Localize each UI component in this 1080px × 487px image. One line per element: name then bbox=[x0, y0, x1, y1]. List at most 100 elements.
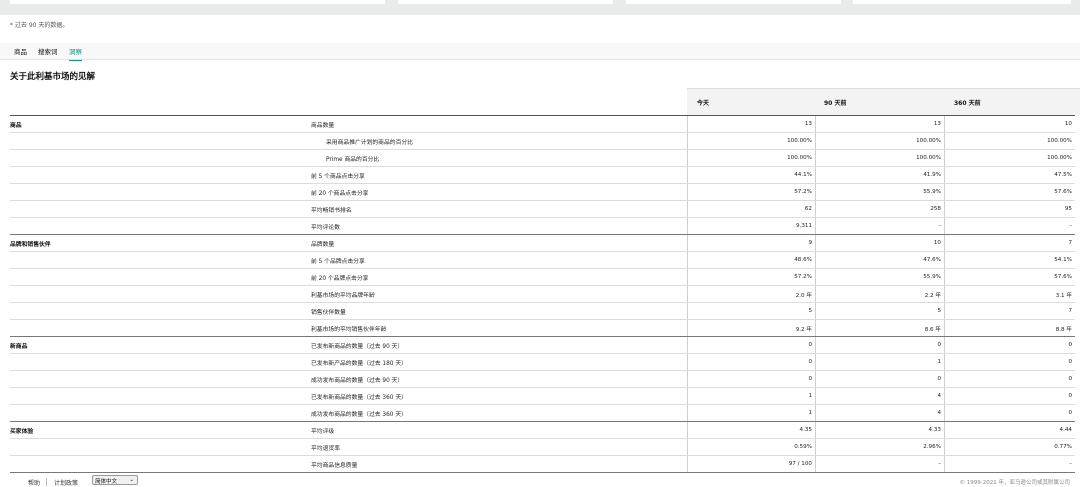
cell-value: 100.00% bbox=[916, 155, 941, 161]
tab-search-terms[interactable]: 搜索词 bbox=[38, 46, 58, 56]
cell-value: 0 bbox=[1068, 359, 1072, 365]
row-metric: 采用商品推广计划的商品的百分比 bbox=[326, 140, 413, 146]
table-cell: 1 bbox=[687, 405, 816, 422]
table-cell: 41.9% bbox=[815, 167, 945, 184]
cell-value: 1 bbox=[937, 359, 941, 365]
cell-value: 2.96% bbox=[923, 444, 941, 450]
table-cell: 0.59% bbox=[687, 439, 816, 456]
row-metric: 成功发布商品的数量（过去 360 天） bbox=[311, 412, 407, 418]
row-metric: 已发布新产品的数量（过去 180 天） bbox=[311, 361, 407, 367]
table-cell: – bbox=[815, 218, 945, 235]
cell-value: 0 bbox=[1068, 410, 1072, 416]
table-cell: 1 bbox=[815, 354, 945, 371]
table-cell: 10 bbox=[944, 116, 1076, 133]
table-row: 平均畅销书排名 62 258 95 bbox=[10, 201, 1075, 218]
row-metric: 平均商品信息质量 bbox=[311, 463, 358, 469]
row-metric: 利基市场的平均品牌年龄 bbox=[311, 293, 375, 299]
table-cell: 55.9% bbox=[815, 269, 945, 286]
table-cell: 0 bbox=[815, 371, 945, 388]
table-cell: 54.1% bbox=[944, 252, 1076, 269]
table-cell: 4.44 bbox=[944, 422, 1076, 439]
column-header-360-days: 360 天前 bbox=[954, 100, 981, 107]
cell-value: 4 bbox=[937, 393, 941, 399]
column-header-90-days: 90 天前 bbox=[824, 100, 847, 107]
table-cell: 100.00% bbox=[815, 150, 945, 167]
table-cell: 48.6% bbox=[687, 252, 816, 269]
table-row: 商品 商品数量 13 13 10 bbox=[10, 116, 1075, 133]
table-row: 前 5 个品牌点击分享 48.6% 47.6% 54.1% bbox=[10, 252, 1075, 269]
cell-value: 100.00% bbox=[916, 138, 941, 144]
row-metric: 前 20 个商品点击分享 bbox=[311, 191, 369, 197]
help-link[interactable]: 帮助 bbox=[28, 478, 40, 487]
tab-bar: 商品 搜索词 洞察 bbox=[0, 43, 1080, 61]
tab-insights[interactable]: 洞察 bbox=[69, 46, 82, 61]
cell-value: 2.2 年 bbox=[924, 293, 941, 299]
cell-value: 47.5% bbox=[1054, 172, 1072, 178]
table-cell: 258 bbox=[815, 201, 945, 218]
cell-value: 13 bbox=[804, 121, 812, 127]
table-cell: 57.2% bbox=[687, 184, 816, 201]
table-cell: 0 bbox=[687, 371, 816, 388]
cell-value: 54.1% bbox=[1054, 257, 1072, 263]
cell-value: – bbox=[1069, 223, 1072, 229]
table-row: 采用商品推广计划的商品的百分比 100.00% 100.00% 100.00% bbox=[10, 133, 1075, 150]
cell-value: 41.9% bbox=[923, 172, 941, 178]
table-row: 利基市场的平均销售伙伴年龄 9.2 年 8.6 年 8.8 年 bbox=[10, 320, 1075, 337]
table-row: 成功发布商品的数量（过去 90 天） 0 0 0 bbox=[10, 371, 1075, 388]
row-metric: Prime 商品的百分比 bbox=[326, 157, 380, 163]
table-cell: 8.8 年 bbox=[944, 320, 1076, 337]
table-row: 已发布新产品的数量（过去 180 天） 0 1 0 bbox=[10, 354, 1075, 371]
row-category: 品牌和销售伙伴 bbox=[10, 242, 51, 248]
table-row: 销售伙伴数量 5 5 7 bbox=[10, 303, 1075, 320]
cell-value: 1 bbox=[808, 393, 812, 399]
cell-value: 8.6 年 bbox=[924, 327, 941, 333]
table-cell: 100.00% bbox=[944, 133, 1076, 150]
table-cell: 100.00% bbox=[944, 150, 1076, 167]
table-cell: 95 bbox=[944, 201, 1076, 218]
footer: 帮助 计划政策 简体中文 ⌄ © 1999-2021 年，亚马逊公司或其附属公司 bbox=[0, 472, 1080, 487]
cell-value: 3.1 年 bbox=[1055, 293, 1072, 299]
cell-value: 0 bbox=[808, 376, 812, 382]
table-row: 平均商品信息质量 97 / 100 – – bbox=[10, 456, 1075, 473]
row-metric: 成功发布商品的数量（过去 90 天） bbox=[311, 378, 404, 384]
table-cell: 9 bbox=[687, 235, 816, 252]
table-cell: 0.77% bbox=[944, 439, 1076, 456]
row-metric: 品牌数量 bbox=[311, 242, 335, 248]
table-cell: 0 bbox=[944, 371, 1076, 388]
table-row: 前 20 个商品点击分享 57.2% 55.9% 57.6% bbox=[10, 184, 1075, 201]
cell-value: 9.2 年 bbox=[795, 327, 812, 333]
cell-value: 13 bbox=[933, 121, 941, 127]
table-cell: 13 bbox=[687, 116, 816, 133]
cell-value: 44.1% bbox=[794, 172, 812, 178]
table-cell: 97 / 100 bbox=[687, 456, 816, 473]
table-cell: 1 bbox=[687, 388, 816, 405]
table-cell: 47.5% bbox=[944, 167, 1076, 184]
cell-value: – bbox=[938, 461, 941, 467]
table-row: 利基市场的平均品牌年龄 2.0 年 2.2 年 3.1 年 bbox=[10, 286, 1075, 303]
cell-value: 0 bbox=[1068, 342, 1072, 348]
table-cell: 100.00% bbox=[815, 133, 945, 150]
cell-value: 0 bbox=[808, 359, 812, 365]
cell-value: 100.00% bbox=[1047, 138, 1072, 144]
table-cell: 9.2 年 bbox=[687, 320, 816, 337]
cell-value: 57.2% bbox=[794, 189, 812, 195]
row-metric: 前 5 个品牌点击分享 bbox=[311, 259, 365, 265]
language-select-value: 简体中文 bbox=[95, 479, 118, 485]
tab-products[interactable]: 商品 bbox=[14, 46, 27, 56]
table-cell: 7 bbox=[944, 303, 1076, 320]
table-cell: 0 bbox=[944, 388, 1076, 405]
table-cell: 13 bbox=[815, 116, 945, 133]
program-policy-link[interactable]: 计划政策 bbox=[54, 478, 78, 487]
cell-value: 2.0 年 bbox=[795, 293, 812, 299]
table-row: 品牌和销售伙伴 品牌数量 9 10 7 bbox=[10, 235, 1075, 252]
table-cell: 0 bbox=[687, 354, 816, 371]
table-cell: 2.0 年 bbox=[687, 286, 816, 303]
cell-value: 258 bbox=[930, 206, 941, 212]
data-period-note: * 过去 90 天的数据。 bbox=[10, 22, 69, 29]
cell-value: – bbox=[1069, 461, 1072, 467]
language-select[interactable]: 简体中文 ⌄ bbox=[92, 475, 138, 485]
table-row: 成功发布商品的数量（过去 360 天） 1 4 0 bbox=[10, 405, 1075, 422]
table-cell: 57.6% bbox=[944, 184, 1076, 201]
cell-value: 47.6% bbox=[923, 257, 941, 263]
table-cell: 4.35 bbox=[687, 422, 816, 439]
